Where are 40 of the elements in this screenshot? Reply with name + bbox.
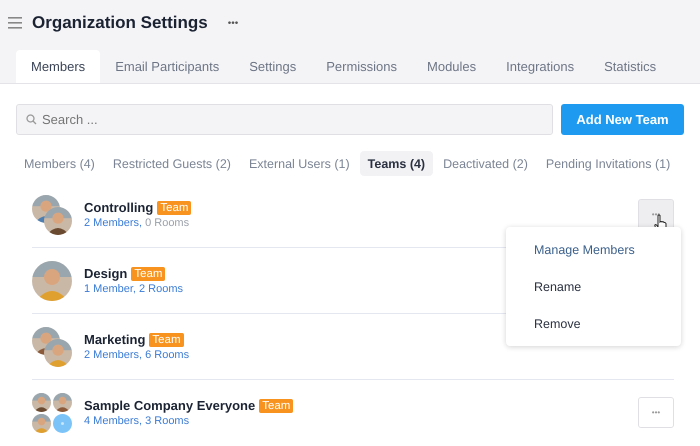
tab[interactable]: Settings — [234, 50, 312, 83]
members-link[interactable]: 2 Members, — [84, 349, 142, 361]
search-icon — [26, 114, 37, 125]
search-field[interactable]: Search ... — [16, 104, 553, 135]
team-badge: Team — [157, 200, 192, 214]
members-link[interactable]: 1 Member, — [84, 283, 136, 295]
avatar-icon — [53, 414, 72, 432]
add-team-button[interactable]: Add New Team — [561, 104, 684, 135]
more-button[interactable]: ••• — [222, 18, 244, 28]
team-name: Sample Company Everyone — [84, 398, 256, 413]
team-badge: Team — [259, 398, 294, 412]
tab[interactable]: Email Participants — [100, 50, 234, 83]
filter-tab[interactable]: Restricted Guests (2) — [104, 151, 239, 176]
filter-tab[interactable]: Pending Invitations (1) — [538, 151, 678, 176]
team-name: Marketing — [84, 332, 146, 347]
members-link[interactable]: 4 Members, — [84, 415, 142, 427]
rooms-count: 0 Rooms — [145, 217, 190, 229]
members-link[interactable]: 2 Members, — [84, 217, 142, 229]
tab[interactable]: Statistics — [589, 50, 672, 83]
tab[interactable]: Modules — [412, 50, 492, 83]
rooms-link[interactable]: 2 Rooms — [138, 283, 183, 295]
menu-item[interactable]: Rename — [506, 268, 681, 305]
team-name: Design — [84, 266, 128, 281]
tab[interactable]: Integrations — [491, 50, 590, 83]
menu-item[interactable]: Remove — [506, 305, 681, 342]
team-badge: Team — [149, 332, 184, 346]
page-title: Organization Settings — [32, 13, 208, 33]
filter-tab[interactable]: Teams (4) — [360, 151, 434, 176]
rooms-link[interactable]: 3 Rooms — [145, 415, 190, 427]
filter-tab[interactable]: Members (4) — [16, 151, 103, 176]
team-badge: Team — [131, 266, 166, 280]
filter-tab[interactable]: Deactivated (2) — [435, 151, 536, 176]
tab[interactable]: Members — [16, 50, 100, 83]
tab[interactable]: Permissions — [311, 50, 412, 83]
menu-icon[interactable] — [8, 17, 22, 29]
filter-tab[interactable]: External Users (1) — [240, 151, 358, 176]
menu-item[interactable]: Manage Members — [506, 231, 681, 268]
more-button[interactable]: ••• — [638, 397, 674, 428]
rooms-link[interactable]: 6 Rooms — [145, 349, 190, 361]
team-name: Controlling — [84, 200, 154, 215]
